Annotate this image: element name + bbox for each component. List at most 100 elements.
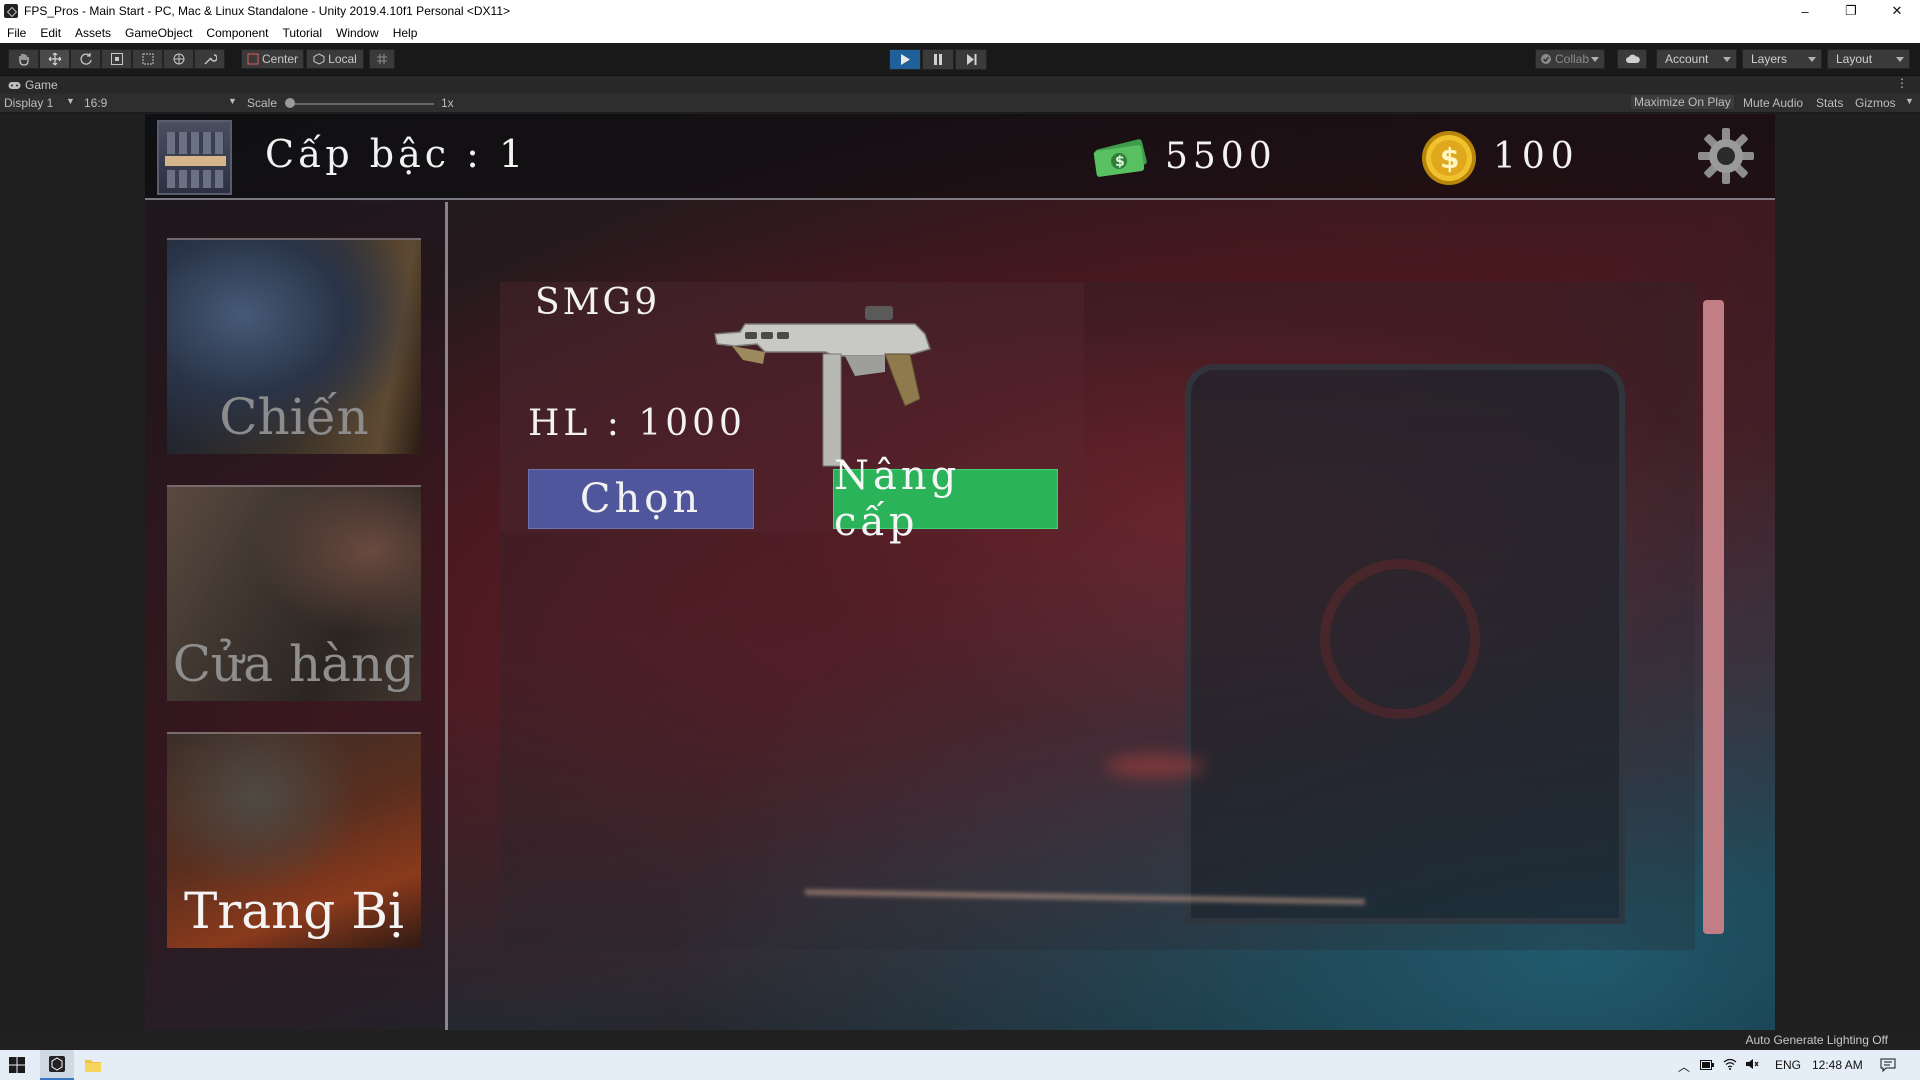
pause-button[interactable] xyxy=(922,49,954,70)
battery-icon[interactable] xyxy=(1700,1060,1714,1070)
move-tool-button[interactable] xyxy=(39,49,70,69)
rank-badge-upper-bars xyxy=(167,132,224,154)
play-icon xyxy=(901,54,910,65)
pivot-toggle-button[interactable]: Center xyxy=(241,49,304,69)
select-weapon-button[interactable]: Chọn xyxy=(528,469,754,529)
game-view-controls: Display 1 ▼ 16:9 ▼ Scale 1x Maximize On … xyxy=(0,94,1920,113)
language-indicator[interactable]: ENG xyxy=(1775,1058,1801,1072)
svg-text:$: $ xyxy=(1440,142,1459,175)
speaker-muted-icon[interactable] xyxy=(1745,1058,1759,1070)
pivot-icon xyxy=(247,53,259,65)
unity-app-icon xyxy=(4,4,18,18)
lighting-status: Auto Generate Lighting Off xyxy=(1745,1033,1888,1047)
play-button[interactable] xyxy=(889,49,921,70)
taskbar-unity-app[interactable] xyxy=(40,1050,74,1080)
chevron-down-icon: ▼ xyxy=(228,96,237,106)
space-toggle-button[interactable]: Local xyxy=(306,49,364,69)
account-label: Account xyxy=(1665,52,1709,66)
rank-badge-stripe xyxy=(165,156,226,166)
menu-help[interactable]: Help xyxy=(386,26,425,40)
restore-button[interactable]: ❐ xyxy=(1828,0,1874,22)
cloud-button[interactable] xyxy=(1617,49,1647,69)
menu-card-shop-label: Cửa hàng xyxy=(172,635,416,693)
step-button[interactable] xyxy=(955,49,987,70)
rect-tool-button[interactable] xyxy=(132,49,163,69)
tray-chevron-up-icon[interactable]: ︿ xyxy=(1678,1058,1690,1075)
menu-card-shop[interactable]: Cửa hàng xyxy=(167,485,421,701)
settings-gear-icon[interactable] xyxy=(1696,126,1756,186)
scale-slider-track[interactable] xyxy=(288,103,434,105)
menu-edit[interactable]: Edit xyxy=(33,26,68,40)
upgrade-weapon-button[interactable]: Nâng cấp xyxy=(833,453,1058,545)
title-bar: FPS_Pros - Main Start - PC, Mac & Linux … xyxy=(0,0,1920,22)
hand-tool-button[interactable] xyxy=(8,49,39,69)
menu-gameobject[interactable]: GameObject xyxy=(118,26,199,40)
account-dropdown[interactable]: Account xyxy=(1656,49,1737,69)
menu-window[interactable]: Window xyxy=(329,26,386,40)
editor-toolbar: Center Local Collab Account Layers Layou… xyxy=(0,43,1920,76)
gizmos-toggle[interactable]: Gizmos xyxy=(1855,96,1896,110)
game-tab-header: Game ⋮ xyxy=(0,76,1920,94)
tab-menu-icon[interactable]: ⋮ xyxy=(1896,76,1908,90)
windows-logo-icon xyxy=(9,1057,25,1073)
window-title: FPS_Pros - Main Start - PC, Mac & Linux … xyxy=(24,4,511,18)
start-button[interactable] xyxy=(0,1050,34,1080)
menu-bar: File Edit Assets GameObject Component Tu… xyxy=(0,22,1920,43)
menu-tutorial[interactable]: Tutorial xyxy=(275,26,329,40)
rotate-tool-button[interactable] xyxy=(70,49,101,69)
chevron-down-icon xyxy=(1896,57,1904,62)
aspect-dropdown[interactable]: 16:9 xyxy=(84,96,107,110)
rank-badge-lower-bars xyxy=(167,170,224,188)
menu-card-equipment-label: Trang Bị xyxy=(184,882,404,940)
maximize-on-play-toggle[interactable]: Maximize On Play xyxy=(1631,95,1734,109)
pause-icon xyxy=(934,54,942,65)
taskbar-file-explorer[interactable] xyxy=(76,1050,110,1080)
local-cube-icon xyxy=(313,53,325,65)
cash-icon: $ xyxy=(1093,139,1147,177)
chevron-down-icon: ▼ xyxy=(1905,96,1914,106)
minimize-button[interactable]: – xyxy=(1782,0,1828,22)
menu-file[interactable]: File xyxy=(0,26,33,40)
notification-icon[interactable] xyxy=(1880,1058,1896,1072)
step-icon xyxy=(966,54,976,65)
rank-text: Cấp bậc : 1 xyxy=(265,132,528,176)
folder-icon xyxy=(85,1060,101,1072)
clock-time[interactable]: 12:48 AM xyxy=(1812,1058,1863,1072)
menu-component[interactable]: Component xyxy=(199,26,275,40)
weapon-name: SMG9 xyxy=(535,282,661,323)
window-controls: – ❐ ✕ xyxy=(1782,0,1920,22)
scale-tool-button[interactable] xyxy=(101,49,132,69)
collab-dropdown[interactable]: Collab xyxy=(1535,49,1605,69)
game-top-bar: Cấp bậc : 1 $ 5500 $ 100 xyxy=(145,114,1775,200)
mute-audio-toggle[interactable]: Mute Audio xyxy=(1743,96,1803,110)
menu-card-equipment[interactable]: Trang Bị xyxy=(167,732,421,948)
close-button[interactable]: ✕ xyxy=(1874,0,1920,22)
tab-game[interactable]: Game xyxy=(0,78,58,92)
grid-snap-button[interactable] xyxy=(369,49,395,69)
coin-value: 100 xyxy=(1493,136,1580,177)
collab-check-icon xyxy=(1541,54,1551,64)
rect-tool-icon xyxy=(142,53,153,65)
display-dropdown[interactable]: Display 1 xyxy=(4,96,53,110)
wifi-icon[interactable] xyxy=(1723,1058,1737,1070)
weapon-list-scrollbar[interactable] xyxy=(1703,300,1724,934)
coin-icon: $ xyxy=(1422,131,1476,185)
scale-label: Scale xyxy=(247,96,278,110)
chevron-down-icon xyxy=(1591,57,1599,62)
layout-dropdown[interactable]: Layout xyxy=(1827,49,1910,69)
transform-tool-button[interactable] xyxy=(163,49,194,69)
custom-tool-button[interactable] xyxy=(194,49,225,69)
layers-dropdown[interactable]: Layers xyxy=(1742,49,1822,69)
stats-toggle[interactable]: Stats xyxy=(1816,96,1843,110)
wrench-icon xyxy=(204,54,217,65)
collab-label: Collab xyxy=(1555,52,1590,66)
chevron-down-icon xyxy=(1723,57,1731,62)
menu-assets[interactable]: Assets xyxy=(68,26,118,40)
svg-text:$: $ xyxy=(1115,154,1125,170)
menu-card-battle[interactable]: Chiến xyxy=(167,238,421,454)
windows-taskbar: ︿ ENG 12:48 AM xyxy=(0,1050,1920,1080)
gamepad-icon xyxy=(8,81,21,89)
scale-slider-thumb[interactable] xyxy=(285,98,295,108)
unity-taskbar-icon xyxy=(49,1056,65,1072)
scale-value: 1x xyxy=(441,96,454,110)
